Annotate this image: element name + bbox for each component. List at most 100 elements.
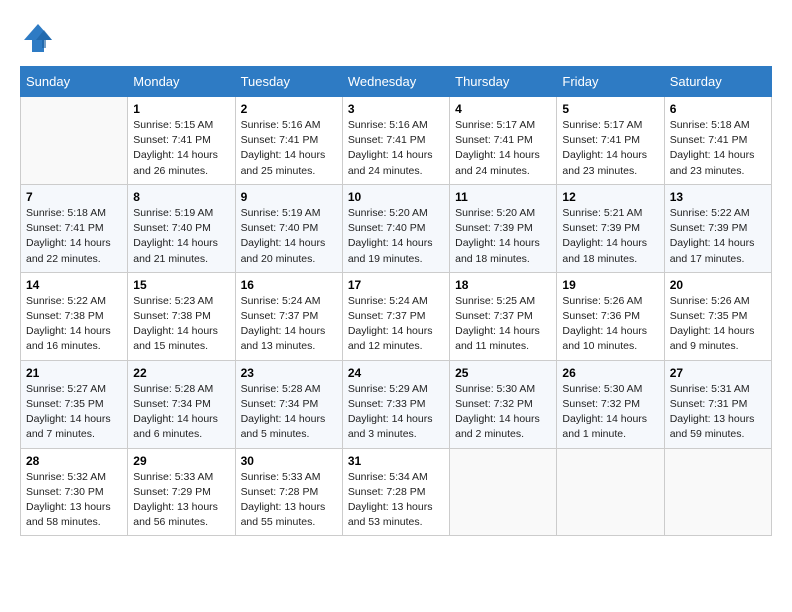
day-info: Sunrise: 5:34 AM Sunset: 7:28 PM Dayligh… bbox=[348, 470, 444, 531]
day-info: Sunrise: 5:33 AM Sunset: 7:28 PM Dayligh… bbox=[241, 470, 337, 531]
calendar-week-row: 28 Sunrise: 5:32 AM Sunset: 7:30 PM Dayli… bbox=[21, 448, 772, 536]
day-info: Sunrise: 5:18 AM Sunset: 7:41 PM Dayligh… bbox=[670, 118, 766, 179]
calendar-cell: 1Sunrise: 5:15 AM Sunset: 7:41 PM Daylig… bbox=[128, 97, 235, 185]
day-number: 20 bbox=[670, 278, 766, 292]
calendar-cell: 28 Sunrise: 5:32 AM Sunset: 7:30 PM Dayli… bbox=[21, 448, 128, 536]
calendar-cell: 2Sunrise: 5:16 AM Sunset: 7:41 PM Daylig… bbox=[235, 97, 342, 185]
calendar-cell bbox=[557, 448, 664, 536]
day-info: Sunrise: 5:19 AM Sunset: 7:40 PM Dayligh… bbox=[133, 206, 229, 267]
calendar-cell: 9 Sunrise: 5:19 AM Sunset: 7:40 PM Daylig… bbox=[235, 184, 342, 272]
calendar-cell: 17Sunrise: 5:24 AM Sunset: 7:37 PM Dayli… bbox=[342, 272, 449, 360]
column-header-saturday: Saturday bbox=[664, 67, 771, 97]
calendar-cell: 31 Sunrise: 5:34 AM Sunset: 7:28 PM Dayli… bbox=[342, 448, 449, 536]
day-info: Sunrise: 5:28 AM Sunset: 7:34 PM Dayligh… bbox=[241, 382, 337, 443]
day-info: Sunrise: 5:31 AM Sunset: 7:31 PM Dayligh… bbox=[670, 382, 766, 443]
day-info: Sunrise: 5:18 AM Sunset: 7:41 PM Dayligh… bbox=[26, 206, 122, 267]
day-info: Sunrise: 5:24 AM Sunset: 7:37 PM Dayligh… bbox=[348, 294, 444, 355]
calendar-cell: 29 Sunrise: 5:33 AM Sunset: 7:29 PM Dayli… bbox=[128, 448, 235, 536]
calendar-cell: 5Sunrise: 5:17 AM Sunset: 7:41 PM Daylig… bbox=[557, 97, 664, 185]
day-number: 25 bbox=[455, 366, 551, 380]
day-number: 10 bbox=[348, 190, 444, 204]
day-number: 3 bbox=[348, 102, 444, 116]
calendar-cell: 26 Sunrise: 5:30 AM Sunset: 7:32 PM Dayli… bbox=[557, 360, 664, 448]
column-header-monday: Monday bbox=[128, 67, 235, 97]
calendar-cell: 4 Sunrise: 5:17 AM Sunset: 7:41 PM Daylig… bbox=[450, 97, 557, 185]
calendar-cell: 12 Sunrise: 5:21 AM Sunset: 7:39 PM Dayli… bbox=[557, 184, 664, 272]
calendar-cell: 24 Sunrise: 5:29 AM Sunset: 7:33 PM Dayli… bbox=[342, 360, 449, 448]
day-number: 26 bbox=[562, 366, 658, 380]
calendar-week-row: 14 Sunrise: 5:22 AM Sunset: 7:38 PM Dayli… bbox=[21, 272, 772, 360]
calendar-cell: 13 Sunrise: 5:22 AM Sunset: 7:39 PM Dayli… bbox=[664, 184, 771, 272]
day-info: Sunrise: 5:16 AM Sunset: 7:41 PM Dayligh… bbox=[241, 118, 337, 179]
calendar-cell bbox=[21, 97, 128, 185]
column-header-friday: Friday bbox=[557, 67, 664, 97]
day-info: Sunrise: 5:30 AM Sunset: 7:32 PM Dayligh… bbox=[455, 382, 551, 443]
column-header-wednesday: Wednesday bbox=[342, 67, 449, 97]
day-number: 31 bbox=[348, 454, 444, 468]
calendar-cell: 8Sunrise: 5:19 AM Sunset: 7:40 PM Daylig… bbox=[128, 184, 235, 272]
day-info: Sunrise: 5:32 AM Sunset: 7:30 PM Dayligh… bbox=[26, 470, 122, 531]
calendar-week-row: 21Sunrise: 5:27 AM Sunset: 7:35 PM Dayli… bbox=[21, 360, 772, 448]
day-info: Sunrise: 5:30 AM Sunset: 7:32 PM Dayligh… bbox=[562, 382, 658, 443]
day-number: 9 bbox=[241, 190, 337, 204]
day-info: Sunrise: 5:24 AM Sunset: 7:37 PM Dayligh… bbox=[241, 294, 337, 355]
day-info: Sunrise: 5:16 AM Sunset: 7:41 PM Dayligh… bbox=[348, 118, 444, 179]
column-header-tuesday: Tuesday bbox=[235, 67, 342, 97]
calendar-cell: 18 Sunrise: 5:25 AM Sunset: 7:37 PM Dayli… bbox=[450, 272, 557, 360]
calendar-cell: 23Sunrise: 5:28 AM Sunset: 7:34 PM Dayli… bbox=[235, 360, 342, 448]
day-number: 14 bbox=[26, 278, 122, 292]
day-number: 7 bbox=[26, 190, 122, 204]
calendar-cell: 27 Sunrise: 5:31 AM Sunset: 7:31 PM Dayli… bbox=[664, 360, 771, 448]
calendar-cell: 19 Sunrise: 5:26 AM Sunset: 7:36 PM Dayli… bbox=[557, 272, 664, 360]
calendar-table: SundayMondayTuesdayWednesdayThursdayFrid… bbox=[20, 66, 772, 536]
day-info: Sunrise: 5:19 AM Sunset: 7:40 PM Dayligh… bbox=[241, 206, 337, 267]
day-number: 27 bbox=[670, 366, 766, 380]
day-number: 18 bbox=[455, 278, 551, 292]
calendar-header-row: SundayMondayTuesdayWednesdayThursdayFrid… bbox=[21, 67, 772, 97]
day-info: Sunrise: 5:26 AM Sunset: 7:36 PM Dayligh… bbox=[562, 294, 658, 355]
day-info: Sunrise: 5:17 AM Sunset: 7:41 PM Dayligh… bbox=[455, 118, 551, 179]
day-info: Sunrise: 5:22 AM Sunset: 7:38 PM Dayligh… bbox=[26, 294, 122, 355]
day-number: 21 bbox=[26, 366, 122, 380]
logo-icon bbox=[20, 20, 56, 56]
day-info: Sunrise: 5:22 AM Sunset: 7:39 PM Dayligh… bbox=[670, 206, 766, 267]
calendar-cell: 30 Sunrise: 5:33 AM Sunset: 7:28 PM Dayli… bbox=[235, 448, 342, 536]
calendar-cell: 7 Sunrise: 5:18 AM Sunset: 7:41 PM Daylig… bbox=[21, 184, 128, 272]
calendar-cell: 21Sunrise: 5:27 AM Sunset: 7:35 PM Dayli… bbox=[21, 360, 128, 448]
calendar-cell bbox=[450, 448, 557, 536]
calendar-cell: 10 Sunrise: 5:20 AM Sunset: 7:40 PM Dayli… bbox=[342, 184, 449, 272]
calendar-cell: 6 Sunrise: 5:18 AM Sunset: 7:41 PM Daylig… bbox=[664, 97, 771, 185]
column-header-thursday: Thursday bbox=[450, 67, 557, 97]
day-number: 29 bbox=[133, 454, 229, 468]
calendar-week-row: 1Sunrise: 5:15 AM Sunset: 7:41 PM Daylig… bbox=[21, 97, 772, 185]
day-number: 19 bbox=[562, 278, 658, 292]
day-number: 12 bbox=[562, 190, 658, 204]
day-info: Sunrise: 5:29 AM Sunset: 7:33 PM Dayligh… bbox=[348, 382, 444, 443]
day-info: Sunrise: 5:23 AM Sunset: 7:38 PM Dayligh… bbox=[133, 294, 229, 355]
day-info: Sunrise: 5:25 AM Sunset: 7:37 PM Dayligh… bbox=[455, 294, 551, 355]
calendar-cell: 25 Sunrise: 5:30 AM Sunset: 7:32 PM Dayli… bbox=[450, 360, 557, 448]
calendar-cell: 14 Sunrise: 5:22 AM Sunset: 7:38 PM Dayli… bbox=[21, 272, 128, 360]
day-number: 30 bbox=[241, 454, 337, 468]
day-number: 15 bbox=[133, 278, 229, 292]
day-number: 6 bbox=[670, 102, 766, 116]
day-number: 5 bbox=[562, 102, 658, 116]
column-header-sunday: Sunday bbox=[21, 67, 128, 97]
day-info: Sunrise: 5:20 AM Sunset: 7:39 PM Dayligh… bbox=[455, 206, 551, 267]
logo bbox=[20, 20, 60, 56]
calendar-cell: 11Sunrise: 5:20 AM Sunset: 7:39 PM Dayli… bbox=[450, 184, 557, 272]
day-info: Sunrise: 5:21 AM Sunset: 7:39 PM Dayligh… bbox=[562, 206, 658, 267]
calendar-cell: 16Sunrise: 5:24 AM Sunset: 7:37 PM Dayli… bbox=[235, 272, 342, 360]
day-info: Sunrise: 5:33 AM Sunset: 7:29 PM Dayligh… bbox=[133, 470, 229, 531]
day-number: 28 bbox=[26, 454, 122, 468]
day-number: 24 bbox=[348, 366, 444, 380]
day-info: Sunrise: 5:15 AM Sunset: 7:41 PM Dayligh… bbox=[133, 118, 229, 179]
day-number: 13 bbox=[670, 190, 766, 204]
page-header bbox=[20, 20, 772, 56]
calendar-week-row: 7 Sunrise: 5:18 AM Sunset: 7:41 PM Daylig… bbox=[21, 184, 772, 272]
day-number: 4 bbox=[455, 102, 551, 116]
calendar-cell: 20 Sunrise: 5:26 AM Sunset: 7:35 PM Dayli… bbox=[664, 272, 771, 360]
day-info: Sunrise: 5:20 AM Sunset: 7:40 PM Dayligh… bbox=[348, 206, 444, 267]
day-info: Sunrise: 5:28 AM Sunset: 7:34 PM Dayligh… bbox=[133, 382, 229, 443]
day-info: Sunrise: 5:26 AM Sunset: 7:35 PM Dayligh… bbox=[670, 294, 766, 355]
